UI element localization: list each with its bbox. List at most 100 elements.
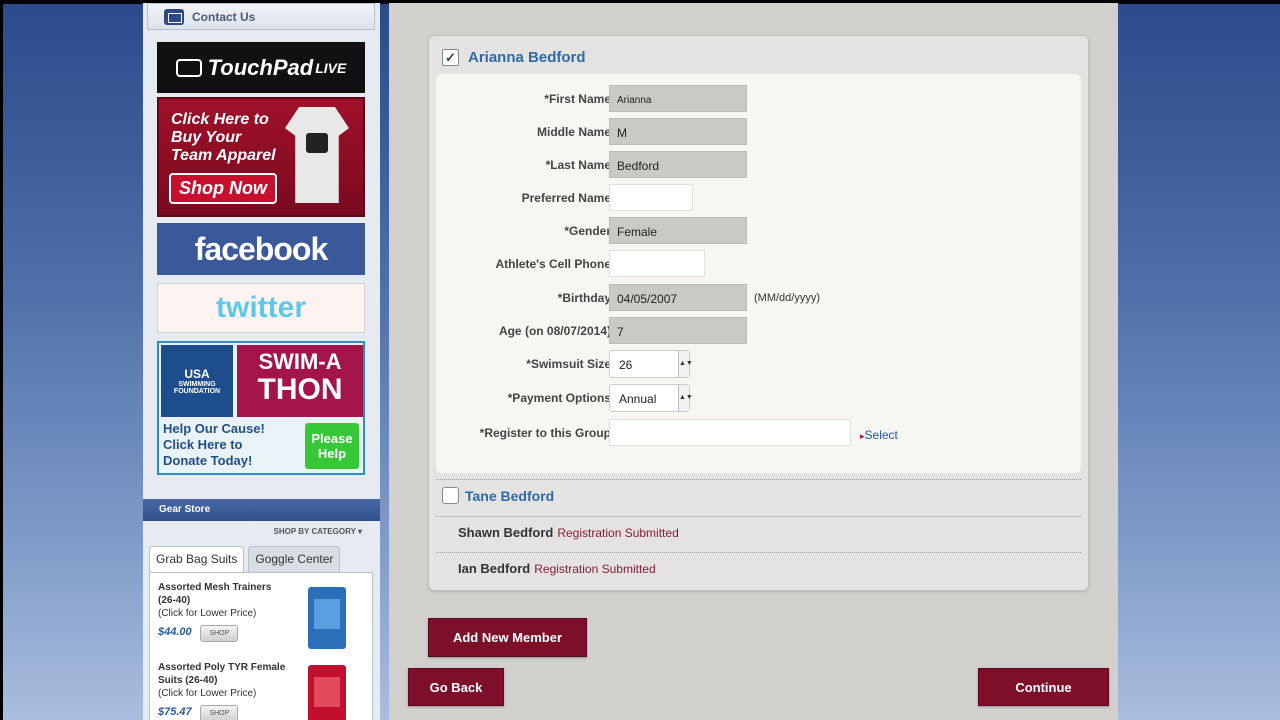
shop-ad-line2: Buy Your <box>171 129 242 146</box>
shop-now-button[interactable]: Shop Now <box>169 173 277 204</box>
facebook-banner[interactable]: facebook <box>157 223 365 275</box>
please-help-line1: Please <box>311 431 353 446</box>
list-item[interactable]: Assorted Poly TYR Female Suits (26-40) (… <box>158 661 285 720</box>
select-group-label: Select <box>864 428 898 442</box>
preferred-name-label: Preferred Name <box>521 191 611 205</box>
continue-button[interactable]: Continue <box>978 668 1109 706</box>
product-name: Assorted Mesh Trainers <box>158 582 272 593</box>
add-new-member-button[interactable]: Add New Member <box>428 618 587 657</box>
usa-swimming-org-line1: USA <box>184 367 210 381</box>
tshirt-logo-icon <box>306 133 328 153</box>
birthday-row: *Birthday 04/05/2007 (MM/dd/yyyy) <box>436 284 1081 312</box>
other-member-row: Ian Bedford Registration Submitted <box>458 561 656 576</box>
divider <box>436 516 1081 517</box>
divider <box>436 552 1081 553</box>
other-member-row: Shawn Bedford Registration Submitted <box>458 525 679 540</box>
member-checkbox[interactable] <box>442 487 459 504</box>
go-back-button[interactable]: Go Back <box>408 668 504 706</box>
member-header: ✓ Arianna Bedford <box>442 49 586 66</box>
tab-grab-bag-suits[interactable]: Grab Bag Suits <box>149 546 245 572</box>
member-name[interactable]: Arianna Bedford <box>468 49 586 66</box>
payment-options-label: *Payment Options <box>507 391 611 405</box>
other-member-row: Tane Bedford <box>442 487 554 504</box>
list-item[interactable]: Assorted Mesh Trainers (26-40) (Click fo… <box>158 581 271 642</box>
gender-row: *Gender Female <box>436 217 1081 245</box>
first-name-field[interactable]: Arianna <box>609 85 747 112</box>
preferred-name-field[interactable] <box>609 184 693 211</box>
shop-ad-line1: Click Here to <box>171 111 269 128</box>
product-size: (26-40) <box>158 595 191 606</box>
preferred-name-row: Preferred Name <box>436 184 1081 212</box>
group-row: *Register to this Group ▸Select <box>436 419 1081 447</box>
gear-store-header: Gear Store <box>143 499 380 521</box>
swimsuit-size-row: *Swimsuit Size 26 ▲▼ <box>436 350 1081 378</box>
swim-a-thon-banner[interactable]: USA SWIMMING FOUNDATION SWIM-A THON Help… <box>157 341 365 475</box>
member-name: Ian Bedford <box>458 561 531 576</box>
swim-a-thon-title-line1: SWIM-A <box>258 349 342 374</box>
product-price: $75.47 <box>158 706 192 718</box>
please-help-line2: Help <box>317 446 347 461</box>
last-name-row: *Last Name Bedford <box>436 151 1081 179</box>
age-field: 7 <box>609 317 747 344</box>
group-label: *Register to this Group <box>479 426 611 440</box>
gender-field[interactable]: Female <box>609 217 747 244</box>
main-panel: ✓ Arianna Bedford *First Name Arianna Mi… <box>389 3 1118 720</box>
member-name: Shawn Bedford <box>458 525 554 540</box>
tab-goggle-center[interactable]: Goggle Center <box>248 546 341 572</box>
member-form: *First Name Arianna Middle Name M *Last … <box>436 74 1081 473</box>
swimsuit-size-select[interactable]: 26 ▲▼ <box>609 350 693 378</box>
birthday-field[interactable]: 04/05/2007 <box>609 284 747 311</box>
payment-options-value: Annual <box>619 392 657 406</box>
left-border <box>0 0 3 720</box>
cell-phone-field[interactable] <box>609 250 705 277</box>
select-arrows-icon: ▲▼ <box>678 351 693 377</box>
registration-status: Registration Submitted <box>534 562 656 576</box>
usa-swimming-foundation-logo: USA SWIMMING FOUNDATION <box>161 345 233 417</box>
age-label: Age (on 08/07/2014) <box>498 324 611 338</box>
contact-us-link[interactable]: Contact Us <box>147 3 375 30</box>
tshirt-image <box>285 107 349 203</box>
cell-phone-label: Athlete's Cell Phone <box>495 257 611 271</box>
team-apparel-banner[interactable]: Click Here to Buy Your Team Apparel Shop… <box>157 97 365 217</box>
swim-a-thon-title: SWIM-A THON <box>237 345 363 417</box>
select-arrows-icon: ▲▼ <box>678 385 693 411</box>
swimsuit-size-value: 26 <box>619 358 633 372</box>
usa-swimming-org-line2: SWIMMING FOUNDATION <box>173 381 221 395</box>
age-row: Age (on 08/07/2014) 7 <box>436 317 1081 345</box>
grab-bag-image <box>308 587 346 649</box>
shop-button[interactable]: SHOP <box>200 625 239 642</box>
group-field[interactable] <box>609 419 851 446</box>
member-checkbox[interactable]: ✓ <box>442 49 459 66</box>
divider <box>436 479 1081 480</box>
family-members-box: ✓ Arianna Bedford *First Name Arianna Mi… <box>428 35 1089 591</box>
shop-ad-line3: Team Apparel <box>171 147 276 164</box>
product-name: Assorted Poly TYR Female <box>158 662 286 673</box>
product-size: Suits (26-40) <box>158 675 218 686</box>
select-group-link[interactable]: ▸Select <box>860 428 898 442</box>
payment-options-select[interactable]: Annual ▲▼ <box>609 384 693 412</box>
contact-us-label: Contact Us <box>192 9 256 24</box>
mail-icon <box>164 8 184 25</box>
gender-label: *Gender <box>564 224 611 238</box>
touchpad-name: TouchPad <box>207 54 314 80</box>
member-name[interactable]: Tane Bedford <box>465 488 554 504</box>
grab-bag-image <box>308 665 346 720</box>
sidebar: Contact Us TouchPad LIVE Click Here to B… <box>143 3 380 720</box>
registration-status: Registration Submitted <box>557 526 679 540</box>
twitter-banner[interactable]: twitter <box>157 283 365 333</box>
shop-button[interactable]: SHOP <box>200 705 239 720</box>
swimsuit-size-label: *Swimsuit Size <box>526 357 611 371</box>
please-help-button[interactable]: Please Help <box>305 423 359 469</box>
product-note: (Click for Lower Price) <box>158 688 257 699</box>
touchpad-suffix: LIVE <box>315 59 347 76</box>
donate-text-line3: Donate Today! <box>163 453 253 468</box>
payment-options-row: *Payment Options Annual ▲▼ <box>436 384 1081 412</box>
gear-product-list: Assorted Mesh Trainers (26-40) (Click fo… <box>149 572 373 720</box>
shop-by-category-dropdown[interactable]: SHOP BY CATEGORY ▾ <box>274 527 362 536</box>
donate-text-line2: Click Here to <box>163 437 243 452</box>
middle-name-field[interactable]: M <box>609 118 747 145</box>
first-name-row: *First Name Arianna <box>436 85 1081 113</box>
touchpad-live-banner[interactable]: TouchPad LIVE <box>157 42 365 93</box>
last-name-field[interactable]: Bedford <box>609 151 747 178</box>
donate-text-line1: Help Our Cause! <box>163 421 265 436</box>
